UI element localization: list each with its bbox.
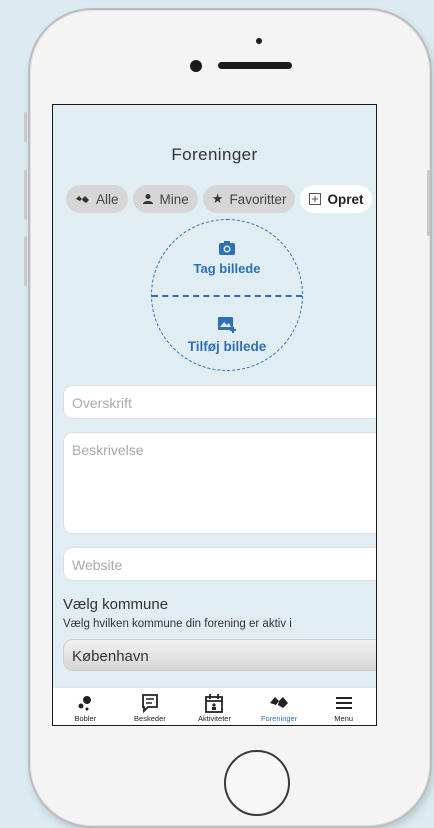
photo-picker: Tag billede Tilføj billede [151, 219, 303, 371]
add-photo-button[interactable]: Tilføj billede [152, 316, 302, 354]
camera-icon [219, 241, 235, 255]
photo-divider [152, 295, 302, 297]
municipality-help: Vælg hvilken kommune din forening er akt… [63, 618, 292, 630]
person-icon [142, 194, 153, 204]
nav-label: Menu [334, 714, 354, 723]
take-photo-label: Tag billede [193, 261, 261, 276]
message-icon [141, 694, 158, 714]
mute-switch [24, 112, 27, 142]
nav-foreninger[interactable]: Foreninger [247, 688, 311, 723]
nav-menu[interactable]: Menu [312, 688, 376, 723]
sensor-dot [256, 38, 262, 44]
app-screen: Foreninger Alle Mine ★ Favoritter Opret … [52, 104, 377, 726]
handshake-icon [76, 196, 89, 203]
website-placeholder: Website [72, 557, 123, 573]
municipality-select[interactable]: København ⌄ [63, 639, 376, 671]
page-title: Foreninger [171, 145, 258, 164]
nav-label: Beskeder [134, 714, 166, 723]
add-image-icon [218, 317, 236, 333]
headline-input[interactable]: Overskrift [63, 385, 376, 419]
menu-icon [335, 697, 352, 709]
municipality-value: København [72, 648, 149, 665]
plus-square-icon [309, 193, 322, 205]
nav-label: Foreninger [260, 714, 298, 723]
calendar-icon [205, 694, 224, 713]
handshake-icon [270, 697, 289, 708]
tab-favoritter[interactable]: ★ Favoritter [202, 185, 296, 213]
front-camera [190, 60, 202, 72]
tab-label: Opret [327, 191, 364, 207]
tab-label: Favoritter [229, 191, 287, 207]
take-photo-button[interactable]: Tag billede [152, 240, 302, 276]
nav-aktiviteter[interactable]: Aktiviteter [182, 688, 246, 723]
volume-down-button [24, 236, 27, 286]
bubbles-icon [78, 696, 92, 711]
description-placeholder: Beskrivelse [72, 442, 144, 458]
home-button[interactable] [224, 750, 290, 816]
municipality-label: Vælg kommune [63, 596, 169, 613]
nav-label: Aktiviteter [198, 714, 231, 723]
description-input[interactable]: Beskrivelse [63, 432, 376, 534]
bottom-nav: Bobler Beskeder Aktiviteter Foreninger M… [53, 687, 376, 725]
tab-label: Alle [96, 191, 119, 207]
add-photo-label: Tilføj billede [187, 339, 267, 354]
tab-label: Mine [159, 191, 189, 207]
tab-mine[interactable]: Mine [132, 185, 198, 213]
tab-alle[interactable]: Alle [66, 185, 128, 213]
nav-label: Bobler [74, 714, 97, 723]
star-icon: ★ [211, 191, 224, 206]
nav-beskeder[interactable]: Beskeder [118, 688, 182, 723]
tab-bar: Alle Mine ★ Favoritter Opret [66, 185, 373, 213]
headline-placeholder: Overskrift [72, 395, 132, 411]
earpiece-speaker [218, 62, 292, 69]
tab-opret[interactable]: Opret [300, 185, 373, 213]
website-input[interactable]: Website [63, 547, 376, 581]
volume-up-button [24, 170, 27, 220]
power-button [427, 170, 430, 236]
nav-bobler[interactable]: Bobler [53, 688, 117, 723]
